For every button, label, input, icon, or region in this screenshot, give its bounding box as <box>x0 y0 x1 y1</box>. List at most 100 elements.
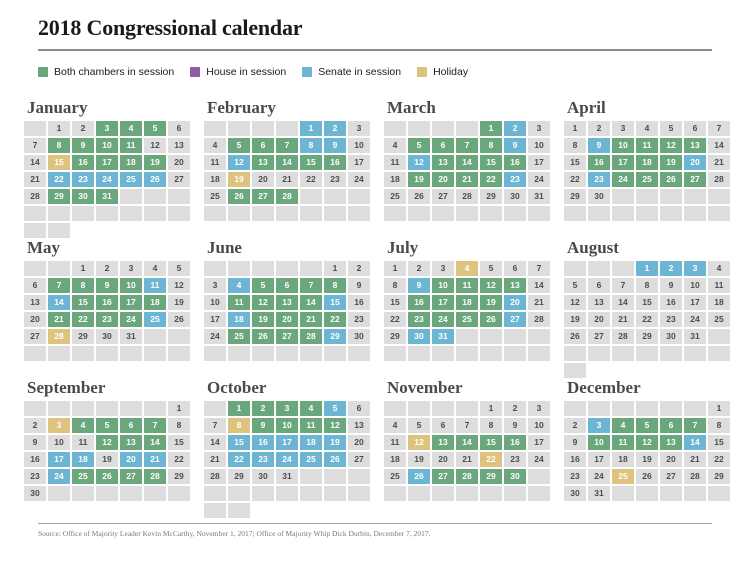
day-cell[interactable]: 6 <box>504 261 526 276</box>
day-cell[interactable]: 10 <box>48 435 70 450</box>
day-cell[interactable]: 13 <box>276 295 298 310</box>
day-cell[interactable]: 20 <box>24 312 46 327</box>
day-cell[interactable]: 28 <box>528 312 550 327</box>
day-cell[interactable]: 7 <box>144 418 166 433</box>
day-cell[interactable]: 31 <box>120 329 142 344</box>
day-cell[interactable]: 24 <box>684 312 706 327</box>
day-cell[interactable]: 16 <box>252 435 274 450</box>
day-cell[interactable]: 21 <box>276 172 298 187</box>
day-cell[interactable]: 13 <box>24 295 46 310</box>
day-cell[interactable]: 8 <box>708 418 730 433</box>
day-cell[interactable]: 12 <box>324 418 346 433</box>
day-cell[interactable]: 17 <box>528 155 550 170</box>
day-cell[interactable]: 27 <box>588 329 610 344</box>
day-cell[interactable]: 7 <box>612 278 634 293</box>
day-cell[interactable]: 1 <box>708 401 730 416</box>
day-cell[interactable]: 14 <box>528 278 550 293</box>
day-cell[interactable]: 15 <box>300 155 322 170</box>
day-cell[interactable]: 10 <box>684 278 706 293</box>
day-cell[interactable]: 16 <box>660 295 682 310</box>
day-cell[interactable]: 12 <box>228 155 250 170</box>
day-cell[interactable]: 30 <box>408 329 430 344</box>
day-cell[interactable]: 21 <box>456 452 478 467</box>
day-cell[interactable]: 29 <box>564 189 586 204</box>
day-cell[interactable]: 6 <box>432 138 454 153</box>
day-cell[interactable]: 29 <box>48 189 70 204</box>
day-cell[interactable]: 13 <box>168 138 190 153</box>
day-cell[interactable]: 28 <box>300 329 322 344</box>
day-cell[interactable]: 10 <box>588 435 610 450</box>
day-cell[interactable]: 17 <box>588 452 610 467</box>
day-cell[interactable]: 2 <box>348 261 370 276</box>
day-cell[interactable]: 28 <box>708 172 730 187</box>
day-cell[interactable]: 30 <box>564 486 586 501</box>
day-cell[interactable]: 11 <box>300 418 322 433</box>
day-cell[interactable]: 30 <box>660 329 682 344</box>
day-cell[interactable]: 3 <box>528 401 550 416</box>
day-cell[interactable]: 22 <box>300 172 322 187</box>
day-cell[interactable]: 13 <box>684 138 706 153</box>
day-cell[interactable]: 6 <box>24 278 46 293</box>
day-cell[interactable]: 18 <box>144 295 166 310</box>
day-cell[interactable]: 24 <box>432 312 454 327</box>
day-cell[interactable]: 7 <box>456 418 478 433</box>
day-cell[interactable]: 27 <box>660 469 682 484</box>
day-cell[interactable]: 1 <box>636 261 658 276</box>
day-cell[interactable]: 4 <box>384 418 406 433</box>
day-cell[interactable]: 25 <box>708 312 730 327</box>
day-cell[interactable]: 20 <box>660 452 682 467</box>
day-cell[interactable]: 14 <box>48 295 70 310</box>
day-cell[interactable]: 27 <box>432 469 454 484</box>
day-cell[interactable]: 7 <box>708 121 730 136</box>
day-cell[interactable]: 24 <box>276 452 298 467</box>
day-cell[interactable]: 11 <box>144 278 166 293</box>
day-cell[interactable]: 19 <box>408 452 430 467</box>
day-cell[interactable]: 28 <box>276 189 298 204</box>
day-cell[interactable]: 19 <box>564 312 586 327</box>
day-cell[interactable]: 10 <box>432 278 454 293</box>
day-cell[interactable]: 25 <box>456 312 478 327</box>
day-cell[interactable]: 14 <box>456 155 478 170</box>
day-cell[interactable]: 1 <box>48 121 70 136</box>
day-cell[interactable]: 2 <box>504 121 526 136</box>
day-cell[interactable]: 29 <box>384 329 406 344</box>
day-cell[interactable]: 4 <box>384 138 406 153</box>
day-cell[interactable]: 25 <box>384 469 406 484</box>
day-cell[interactable]: 2 <box>96 261 118 276</box>
day-cell[interactable]: 15 <box>384 295 406 310</box>
day-cell[interactable]: 18 <box>228 312 250 327</box>
day-cell[interactable]: 23 <box>504 172 526 187</box>
day-cell[interactable]: 11 <box>228 295 250 310</box>
day-cell[interactable]: 31 <box>276 469 298 484</box>
day-cell[interactable]: 18 <box>384 172 406 187</box>
day-cell[interactable]: 30 <box>24 486 46 501</box>
day-cell[interactable]: 27 <box>432 189 454 204</box>
day-cell[interactable]: 2 <box>324 121 346 136</box>
day-cell[interactable]: 18 <box>612 452 634 467</box>
day-cell[interactable]: 21 <box>456 172 478 187</box>
day-cell[interactable]: 11 <box>72 435 94 450</box>
day-cell[interactable]: 16 <box>324 155 346 170</box>
day-cell[interactable]: 22 <box>324 312 346 327</box>
day-cell[interactable]: 24 <box>528 452 550 467</box>
day-cell[interactable]: 27 <box>348 452 370 467</box>
day-cell[interactable]: 5 <box>408 418 430 433</box>
day-cell[interactable]: 9 <box>504 138 526 153</box>
day-cell[interactable]: 4 <box>708 261 730 276</box>
day-cell[interactable]: 25 <box>144 312 166 327</box>
day-cell[interactable]: 9 <box>408 278 430 293</box>
day-cell[interactable]: 9 <box>348 278 370 293</box>
day-cell[interactable]: 16 <box>564 452 586 467</box>
day-cell[interactable]: 20 <box>432 172 454 187</box>
day-cell[interactable]: 28 <box>456 469 478 484</box>
day-cell[interactable]: 29 <box>480 189 502 204</box>
day-cell[interactable]: 14 <box>204 435 226 450</box>
day-cell[interactable]: 25 <box>204 189 226 204</box>
day-cell[interactable]: 16 <box>588 155 610 170</box>
day-cell[interactable]: 28 <box>48 329 70 344</box>
day-cell[interactable]: 24 <box>48 469 70 484</box>
day-cell[interactable]: 13 <box>432 435 454 450</box>
day-cell[interactable]: 14 <box>300 295 322 310</box>
day-cell[interactable]: 8 <box>480 418 502 433</box>
day-cell[interactable]: 24 <box>612 172 634 187</box>
